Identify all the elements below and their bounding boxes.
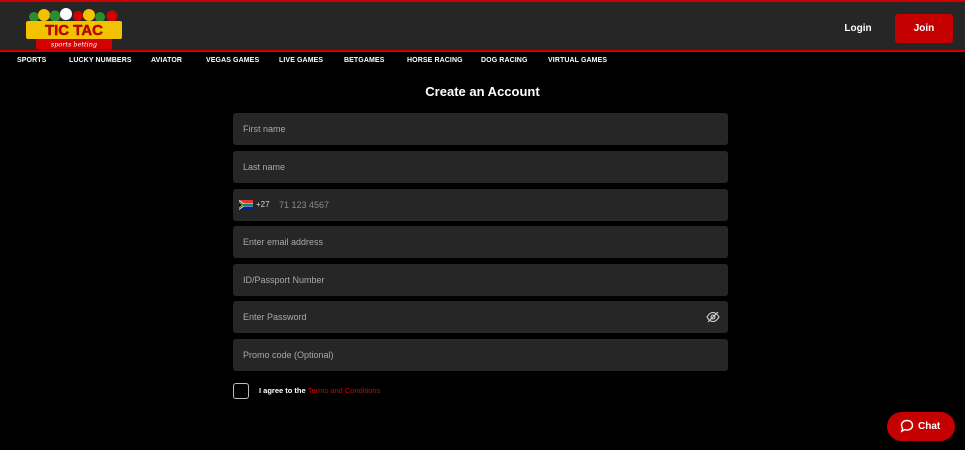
nav-item-live-games[interactable]: LIVE GAMES bbox=[279, 57, 323, 64]
terms-link[interactable]: Terms and Conditions bbox=[308, 386, 381, 395]
first-name-input[interactable] bbox=[233, 113, 728, 145]
tic-tac-logo[interactable]: TIC TAC sports betting bbox=[24, 6, 124, 51]
join-button[interactable]: Join bbox=[895, 14, 953, 43]
nav-item-virtual-games[interactable]: VIRTUAL GAMES bbox=[548, 57, 607, 64]
nav-item-sports[interactable]: SPORTS bbox=[17, 57, 46, 64]
nav-item-vegas-games[interactable]: VEGAS GAMES bbox=[206, 57, 259, 64]
agree-label: I agree to the Terms and Conditions bbox=[259, 386, 380, 395]
agree-text: I agree to the bbox=[259, 386, 306, 395]
id-passport-input[interactable] bbox=[233, 264, 728, 296]
chat-bubble-icon bbox=[900, 419, 914, 433]
phone-input[interactable] bbox=[273, 189, 723, 221]
logo-title: TIC TAC bbox=[45, 22, 103, 39]
nav-item-aviator[interactable]: AVIATOR bbox=[151, 57, 182, 64]
chat-label: Chat bbox=[918, 421, 941, 432]
email-input[interactable] bbox=[233, 226, 728, 258]
south-africa-flag-icon[interactable] bbox=[239, 200, 253, 210]
eye-slash-icon[interactable] bbox=[706, 311, 720, 323]
main-nav: SPORTS LUCKY NUMBERS AVIATOR VEGAS GAMES… bbox=[0, 52, 965, 70]
nav-item-lucky-numbers[interactable]: LUCKY NUMBERS bbox=[69, 57, 132, 64]
last-name-input[interactable] bbox=[233, 151, 728, 183]
login-button[interactable]: Login bbox=[836, 15, 880, 41]
phone-field: +27 bbox=[233, 189, 728, 221]
page-title: Create an Account bbox=[425, 84, 540, 99]
promo-code-input[interactable] bbox=[233, 339, 728, 371]
logo-subtitle: sports betting bbox=[51, 41, 97, 49]
top-header: TIC TAC sports betting Login Join bbox=[0, 0, 965, 52]
chat-button[interactable]: Chat bbox=[887, 412, 955, 441]
password-input[interactable] bbox=[233, 301, 728, 333]
dial-code: +27 bbox=[256, 200, 270, 209]
nav-item-betgames[interactable]: BETGAMES bbox=[344, 57, 384, 64]
nav-item-dog-racing[interactable]: DOG RACING bbox=[481, 57, 528, 64]
nav-item-horse-racing[interactable]: HORSE RACING bbox=[407, 57, 463, 64]
terms-checkbox[interactable] bbox=[233, 383, 249, 399]
